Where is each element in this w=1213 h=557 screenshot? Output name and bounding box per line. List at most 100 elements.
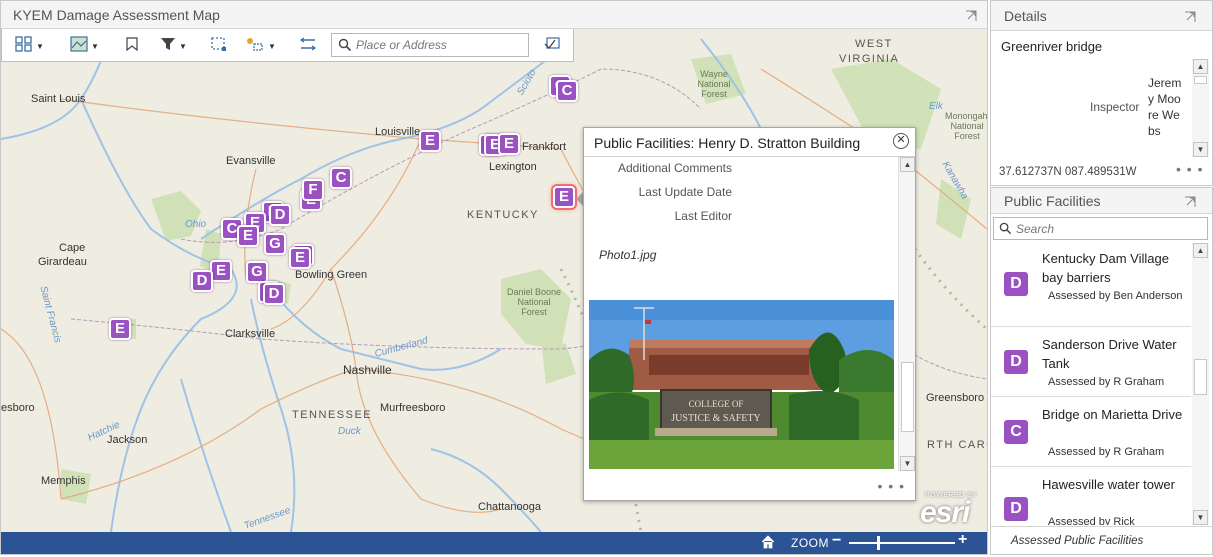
chevron-down-icon: ▼ [91, 41, 99, 51]
map-label-city: Greensboro [926, 392, 985, 404]
map-label-city: Chattanooga [478, 501, 541, 513]
public-facilities-title: Public Facilities [1004, 193, 1101, 209]
map-marker[interactable]: C [556, 80, 578, 102]
select-tool-button[interactable] [210, 36, 228, 56]
details-scrollbar[interactable]: ▲ ▼ [1192, 59, 1209, 157]
place-search-input[interactable] [356, 37, 524, 53]
basemap-icon [70, 35, 88, 57]
map-label-city: Clarksville [225, 328, 276, 340]
basemap-tool-button[interactable]: ▼ [70, 35, 99, 57]
map-label-city: Murfreesboro [380, 402, 446, 414]
facility-search-input[interactable] [1016, 221, 1201, 236]
chevron-down-icon: ▼ [268, 41, 276, 51]
measure-tool-button[interactable] [299, 36, 317, 56]
popup-title: Public Facilities: Henry D. Stratton Bui… [594, 135, 861, 151]
map-marker[interactable]: D [263, 283, 285, 305]
locate-icon [543, 36, 561, 57]
feature-popup: Public Facilities: Henry D. Stratton Bui… [583, 127, 916, 501]
map-label-state: WEST [855, 38, 893, 50]
list-item[interactable]: D Sanderson Drive Water Tank Assessed by… [991, 327, 1191, 397]
details-field-label: Inspector [1090, 100, 1140, 114]
list-item[interactable]: D Kentucky Dam Village bay barriers Asse… [991, 243, 1191, 327]
map-label-city: Cape [59, 242, 86, 254]
scroll-up-icon[interactable]: ▲ [1193, 243, 1208, 258]
map-marker[interactable]: E [419, 130, 441, 152]
more-options-icon[interactable]: • • • [878, 478, 905, 494]
filter-tool-button[interactable]: ▼ [160, 36, 187, 56]
public-facilities-panel: Public Facilities D Kentucky Dam Village… [990, 187, 1213, 555]
map-label-river: Elk [929, 101, 943, 112]
attachment-link[interactable]: Photo1.jpg [599, 248, 656, 262]
home-icon[interactable] [761, 535, 775, 554]
scroll-down-icon[interactable]: ▼ [1193, 510, 1208, 525]
facility-title: Kentucky Dam Village bay barriers [1042, 251, 1169, 285]
map-marker[interactable]: G [264, 233, 286, 255]
list-item[interactable]: D Hawesville water tower Assessed by Ric… [991, 467, 1191, 525]
facility-assessor: Assessed by R Graham [1048, 376, 1165, 388]
maximize-icon[interactable] [965, 10, 977, 22]
map-marker[interactable]: D [269, 204, 291, 226]
popup-divider [584, 156, 915, 157]
map-marker[interactable]: E [289, 247, 311, 269]
locate-tool-button[interactable] [543, 36, 561, 56]
search-icon [338, 38, 352, 57]
facility-panel-footer: Assessed Public Facilities [991, 526, 1212, 554]
maximize-icon[interactable] [1184, 11, 1196, 23]
photo-sign-line: COLLEGE OF [689, 399, 744, 409]
photo-sign-line: JUSTICE & SAFETY [671, 413, 760, 424]
facility-list-scrollbar[interactable]: ▲ ▼ [1192, 243, 1209, 525]
map-label-city: Louisville [375, 126, 421, 138]
details-feature-name: Greenriver bridge [1001, 39, 1103, 54]
bookmark-tool-button[interactable] [124, 36, 140, 56]
search-icon [999, 222, 1012, 240]
map-label-state: RTH CARO [927, 439, 987, 451]
facility-badge: D [1004, 350, 1028, 374]
more-options-icon[interactable]: • • • [1176, 161, 1203, 177]
place-search-box[interactable] [331, 33, 529, 57]
scroll-down-icon[interactable]: ▼ [900, 456, 915, 471]
facility-title: Hawesville water tower [1042, 477, 1175, 492]
scroll-thumb[interactable] [1194, 359, 1207, 395]
map-marker[interactable]: D [191, 270, 213, 292]
map-marker-selected[interactable]: E [553, 186, 575, 208]
details-panel: Details Greenriver bridge Inspector Jere… [990, 0, 1213, 186]
details-title: Details [1004, 8, 1047, 24]
details-titlebar: Details [991, 1, 1212, 31]
popup-scrollbar[interactable]: ▲ ▼ [898, 157, 915, 471]
map-label-park: Monongahela National Forest [945, 111, 987, 141]
map-marker[interactable]: F [302, 179, 324, 201]
map-panel: KYEM Damage Assessment Map KENTUCKY TENN… [0, 0, 988, 555]
popup-field-label: Last Editor [674, 209, 732, 223]
maximize-icon[interactable] [1184, 196, 1196, 208]
select-box-icon [210, 36, 228, 57]
zoom-slider-track[interactable] [849, 542, 955, 544]
map-toolbar: ▼ ▼ ▼ ▼ [1, 29, 574, 62]
scroll-down-icon[interactable]: ▼ [1193, 142, 1208, 157]
map-label-city: Jackson [107, 434, 148, 446]
scroll-thumb[interactable] [1194, 76, 1207, 84]
facility-badge: C [1004, 420, 1028, 444]
facility-list: D Kentucky Dam Village bay barriers Asse… [991, 243, 1191, 525]
layers-tool-button[interactable]: ▼ [15, 35, 44, 56]
facility-search-box[interactable] [993, 217, 1208, 240]
edit-tool-button[interactable]: ▼ [245, 36, 276, 56]
map-label-state: VIRGINIA [839, 53, 900, 65]
zoom-label: ZOOM [791, 536, 829, 550]
list-item[interactable]: C Bridge on Marietta Drive Assessed by R… [991, 397, 1191, 467]
close-icon[interactable]: ✕ [893, 133, 909, 149]
map-marker[interactable]: E [237, 225, 259, 247]
zoom-out-button[interactable]: − [832, 532, 841, 550]
map-marker[interactable]: E [498, 133, 520, 155]
scroll-up-icon[interactable]: ▲ [1193, 59, 1208, 74]
map-marker[interactable]: G [246, 261, 268, 283]
map-marker[interactable]: E [210, 260, 232, 282]
scroll-thumb[interactable] [901, 362, 914, 432]
map-marker[interactable]: E [109, 318, 131, 340]
map-footer-bar: ZOOM − + [1, 531, 987, 554]
zoom-slider-thumb[interactable] [877, 536, 880, 550]
zoom-in-button[interactable]: + [958, 531, 967, 549]
measure-icon [299, 36, 317, 57]
map-label-city: Memphis [41, 475, 86, 487]
map-marker[interactable]: C [330, 167, 352, 189]
scroll-up-icon[interactable]: ▲ [900, 157, 915, 172]
